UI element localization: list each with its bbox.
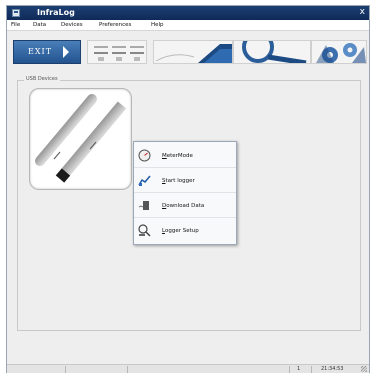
metermode-label: MeterMode <box>162 153 193 159</box>
app-window: InfraLog x File Data Devices Preferences… <box>6 5 370 373</box>
resize-grip-icon[interactable] <box>361 366 367 372</box>
download-data-label: Download Data <box>162 203 205 209</box>
menu-item-metermode[interactable]: MeterMode <box>134 144 236 168</box>
gears-icon <box>316 43 366 63</box>
main-content: USB Devices MeterMode Start logger Downl… <box>7 76 369 364</box>
usb-devices-label: USB Devices <box>24 76 60 82</box>
title-bar: InfraLog x <box>7 6 369 20</box>
menu-file[interactable]: File <box>11 22 20 28</box>
magnifier-icon <box>242 41 307 63</box>
app-icon <box>12 9 20 17</box>
menu-data[interactable]: Data <box>33 22 46 28</box>
status-divider <box>289 366 290 373</box>
toolbar-panel-gears[interactable] <box>311 40 367 64</box>
status-count: 1 <box>297 366 301 372</box>
toolbar-panel-controls[interactable] <box>87 40 147 64</box>
menu-preferences[interactable]: Preferences <box>99 22 131 28</box>
menu-item-start-logger[interactable]: Start logger <box>134 169 236 193</box>
setup-icon <box>138 224 151 237</box>
status-time: 21:34:53 <box>321 366 344 372</box>
menu-item-logger-setup[interactable]: Logger Setup <box>134 219 236 243</box>
device-card[interactable] <box>29 88 132 190</box>
usb-devices-panel: USB Devices MeterMode Start logger Downl… <box>17 76 361 331</box>
logger-device-icon <box>35 94 127 183</box>
close-icon[interactable]: x <box>360 7 365 17</box>
start-logger-label: Start logger <box>162 178 195 184</box>
download-icon <box>138 201 149 210</box>
status-divider <box>311 366 312 373</box>
gauge-icon <box>138 149 151 162</box>
menu-item-download-data[interactable]: Download Data <box>134 194 236 218</box>
exit-button[interactable]: EXIT <box>13 40 81 64</box>
window-title: InfraLog <box>37 8 75 17</box>
menu-help[interactable]: Help <box>151 22 164 28</box>
menu-devices[interactable]: Devices <box>61 22 83 28</box>
logger-setup-label: Logger Setup <box>162 228 199 234</box>
exit-button-label: EXIT <box>28 47 53 56</box>
toolbar-panel-sensor[interactable] <box>153 40 233 64</box>
menu-bar: File Data Devices Preferences Help <box>7 20 369 31</box>
status-divider <box>127 366 128 373</box>
context-menu: MeterMode Start logger Download Data Log… <box>133 141 237 245</box>
arrow-icon <box>63 46 69 58</box>
toolbar: EXIT <box>7 32 369 76</box>
toolbar-panel-magnifier[interactable] <box>233 40 311 64</box>
sensor-graphic-icon <box>155 44 232 63</box>
chart-icon <box>138 175 151 186</box>
status-divider <box>65 366 66 373</box>
status-bar: 1 21:34:53 <box>7 364 369 373</box>
controls-graphic-icon <box>94 46 144 61</box>
